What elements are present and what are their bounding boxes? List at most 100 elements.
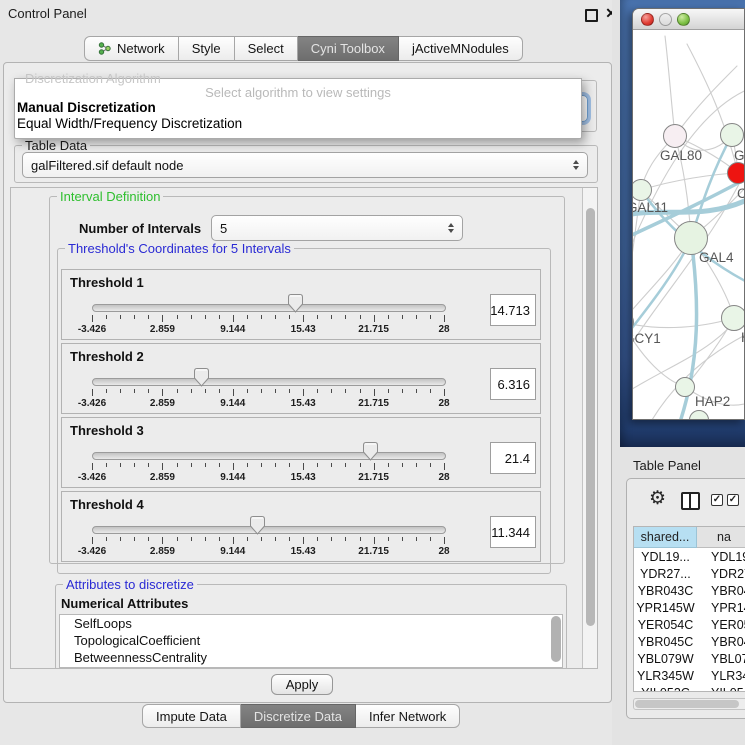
num-intervals-label: Number of Intervals [79, 221, 201, 236]
threshold-value-field[interactable]: 21.4 [490, 442, 536, 474]
table-row[interactable]: YPR145WYPR14 [634, 599, 745, 616]
node-label: HAP2 [695, 394, 730, 409]
attribute-item-topologicalcoefficient[interactable]: TopologicalCoefficient [60, 632, 562, 649]
tab-network[interactable]: Network [84, 36, 179, 61]
content-scrollbar[interactable] [582, 188, 598, 668]
node-label: H [741, 330, 745, 345]
column-header-na[interactable]: na [697, 527, 745, 548]
algorithm-dropdown: Select algorithm to view settings Manual… [14, 78, 582, 139]
threshold-slider-track[interactable] [92, 526, 446, 534]
threshold-value-field[interactable]: 6.316 [490, 368, 536, 400]
table-data-value: galFiltered.sif default node [31, 158, 183, 173]
table-row[interactable]: YBR043CYBR04 [634, 582, 745, 599]
network-desktop: GAL80GACGAL11GAL4GCY1HHAP2 [620, 0, 745, 447]
cell-name: YER05 [697, 618, 745, 632]
threshold-slider-track[interactable] [92, 378, 446, 386]
algorithm-group-label: Discretization Algorithm [22, 71, 164, 86]
zoom-traffic-light-icon[interactable] [677, 13, 690, 26]
tab-label: Cyni Toolbox [311, 41, 385, 56]
column-header-shared-[interactable]: shared... [634, 527, 697, 548]
top-tab-bar: Network Style Select Cyni Toolbox jActiveMNo… [84, 36, 523, 61]
cell-name: YBL07 [697, 652, 745, 666]
minimize-traffic-light-icon[interactable] [659, 13, 672, 26]
combo-arrows-icon [573, 160, 579, 170]
cell-shared-name: YIL052C [634, 686, 697, 693]
network-node-gal80[interactable] [663, 124, 687, 148]
tab-label: jActiveMNodules [412, 41, 509, 56]
node-label: GCY1 [633, 331, 661, 346]
close-traffic-light-icon[interactable] [641, 13, 654, 26]
cell-shared-name: YLR345W [634, 669, 697, 683]
column-layout-icon[interactable] [681, 492, 700, 510]
tab-cyni-toolbox[interactable]: Cyni Toolbox [298, 36, 399, 61]
float-window-icon[interactable] [585, 9, 598, 22]
combo-arrows-icon [448, 223, 454, 233]
tab-jactivemnodules[interactable]: jActiveMNodules [399, 36, 523, 61]
tab-discretize-data[interactable]: Discretize Data [241, 704, 356, 728]
gear-icon[interactable]: ⚙ [649, 489, 666, 508]
slider-scale-labels: -3.4262.8599.14415.4321.71528 [92, 472, 444, 484]
network-node-hap2[interactable] [675, 377, 695, 397]
table-data-group-label: Table Data [22, 138, 90, 153]
threshold-slider-track[interactable] [92, 452, 446, 460]
table-body: YDL19...YDL19YDR27...YDR27YBR043CYBR04YP… [634, 548, 745, 692]
network-canvas[interactable]: GAL80GACGAL11GAL4GCY1HHAP2 [633, 30, 745, 420]
threshold-slider-track[interactable] [92, 304, 446, 312]
network-node-ga[interactable] [720, 123, 744, 147]
attributes-list[interactable]: SelfLoopsTopologicalCoefficientBetweenne… [59, 614, 563, 668]
slider-ticks [92, 315, 444, 323]
table-panel: ⚙ ✓ ✓ shared...na YDL19...YDL19YDR27...Y… [626, 478, 745, 719]
table-row[interactable]: YDR27...YDR27 [634, 565, 745, 582]
threshold-box: Threshold 4-3.4262.8599.14415.4321.71528… [61, 491, 541, 562]
tab-label: Select [248, 41, 284, 56]
slider-thumb[interactable] [287, 294, 304, 313]
slider-thumb[interactable] [362, 442, 379, 461]
threshold-value-field[interactable]: 11.344 [490, 516, 536, 548]
checkbox-icon[interactable]: ✓ [711, 494, 723, 506]
attribute-item-selfloops[interactable]: SelfLoops [60, 615, 562, 632]
interval-definition-label: Interval Definition [57, 189, 163, 204]
table-row[interactable]: YIL052CYIL05 [634, 684, 745, 692]
table-row[interactable]: YDL19...YDL19 [634, 548, 745, 565]
table-row[interactable]: YBL079WYBL07 [634, 650, 745, 667]
network-node-c[interactable] [727, 162, 745, 184]
tab-style[interactable]: Style [179, 36, 235, 61]
table-row[interactable]: YBR045CYBR04 [634, 633, 745, 650]
table-header-row: shared...na [634, 527, 745, 548]
checkbox-icon[interactable]: ✓ [727, 494, 739, 506]
attributes-group-label: Attributes to discretize [63, 577, 197, 592]
slider-thumb[interactable] [249, 516, 266, 535]
table-panel-title: Table Panel [633, 458, 701, 473]
tab-select[interactable]: Select [235, 36, 298, 61]
cell-name: YIL05 [697, 686, 744, 693]
threshold-label: Threshold 3 [70, 423, 144, 438]
threshold-label: Threshold 1 [70, 275, 144, 290]
bottom-tab-bar: Impute Data Discretize Data Infer Network [142, 704, 460, 728]
algorithm-option-equal-width-frequency-discretization[interactable]: Equal Width/Frequency Discretization [15, 116, 581, 132]
table-row[interactable]: YLR345WYLR34 [634, 667, 745, 684]
table-row[interactable]: YER054CYER05 [634, 616, 745, 633]
num-intervals-combo[interactable]: 5 [211, 215, 463, 241]
node-label: GAL11 [633, 200, 668, 215]
attribute-item-betweennesscentrality[interactable]: BetweennessCentrality [60, 649, 562, 666]
slider-ticks [92, 463, 444, 471]
table-hscrollbar-thumb[interactable] [635, 700, 739, 708]
app-window: Control Panel ✕ NetworkStyleSelectCyni T… [0, 0, 745, 745]
threshold-value-field[interactable]: 14.713 [490, 294, 536, 326]
node-label: GAL4 [699, 250, 734, 265]
content-scrollbar-thumb[interactable] [586, 208, 595, 626]
table-hscrollbar[interactable] [633, 698, 745, 710]
algorithm-option-manual-discretization[interactable]: Manual Discretization [15, 100, 581, 116]
table-data-combo[interactable]: galFiltered.sif default node [22, 152, 588, 178]
tab-label: Discretize Data [254, 709, 342, 724]
network-node-h[interactable] [721, 305, 745, 331]
cell-name: YDL19 [697, 550, 745, 564]
apply-button[interactable]: Apply [271, 674, 333, 695]
network-window-titlebar[interactable] [633, 9, 744, 30]
list-scrollbar-thumb[interactable] [551, 616, 561, 662]
tab-label: Network [117, 41, 165, 56]
numerical-attributes-label: Numerical Attributes [61, 596, 188, 611]
tab-impute-data[interactable]: Impute Data [142, 704, 241, 728]
tab-infer-network[interactable]: Infer Network [356, 704, 460, 728]
slider-thumb[interactable] [193, 368, 210, 387]
